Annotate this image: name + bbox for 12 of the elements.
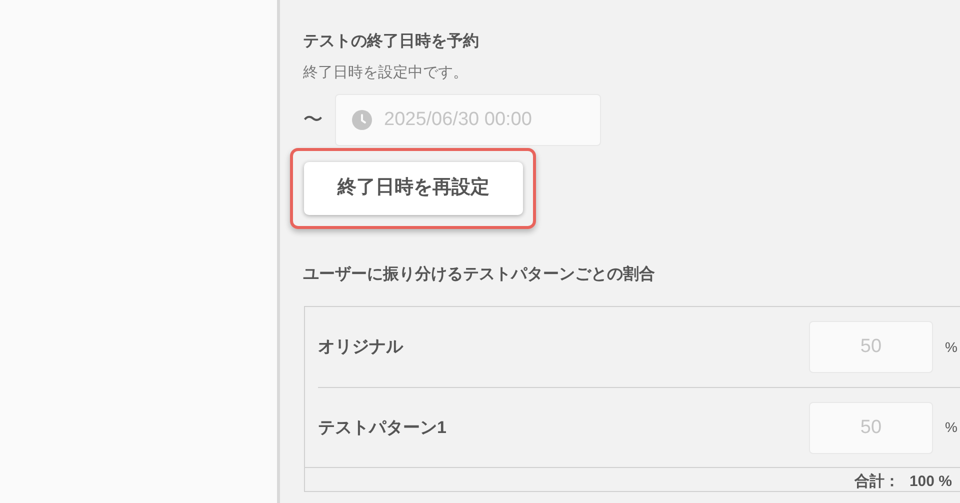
pattern-name: テストパターン1 <box>318 416 448 439</box>
percent-unit: % <box>945 418 958 437</box>
total-label: 合計： <box>854 473 900 491</box>
reset-button[interactable]: 終了日時を再設定 <box>304 162 523 215</box>
total-value: 100 % <box>909 473 952 491</box>
pattern-name: オリジナル <box>318 336 404 358</box>
clock-icon <box>352 110 372 130</box>
section-title: ユーザーに振り分けるテストパターンごとの割合 <box>303 264 656 285</box>
range-mark: 〜 <box>303 108 323 133</box>
status-text: 終了日時を設定中です。 <box>303 63 469 83</box>
percent-unit: % <box>945 338 958 356</box>
section-title: テストの終了日時を予約 <box>303 32 480 52</box>
